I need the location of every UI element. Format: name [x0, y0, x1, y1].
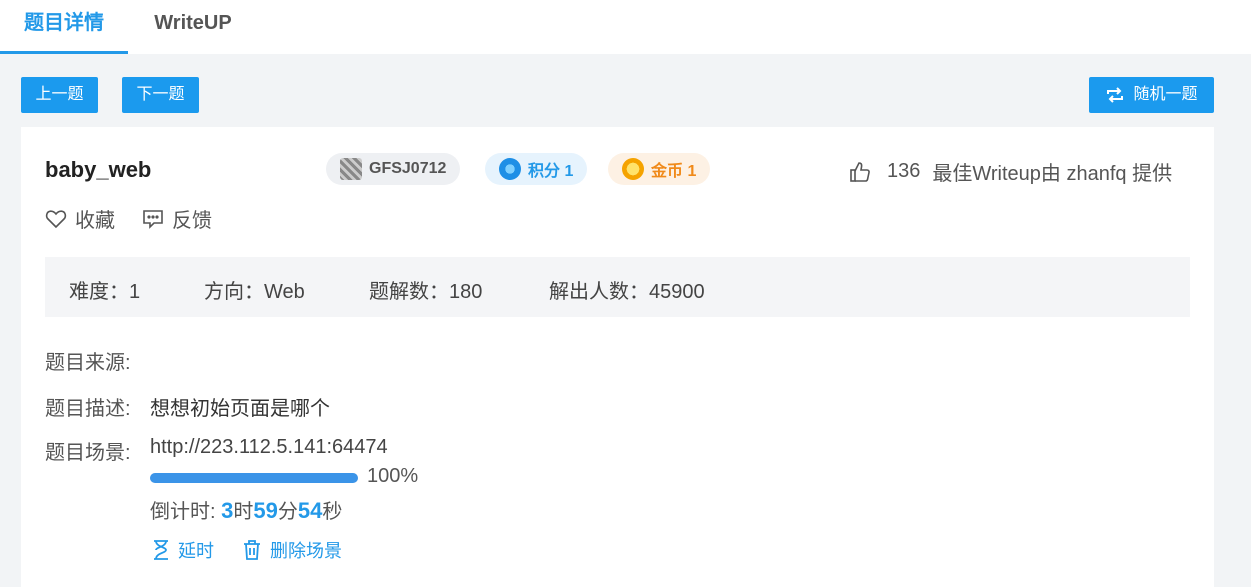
direction-stat: 方向：Web: [204, 281, 305, 303]
countdown-hours: 3: [221, 498, 234, 523]
challenge-id-badge: GFSJ0712: [326, 153, 461, 185]
countdown-seconds: 54: [297, 498, 323, 523]
prev-challenge-button[interactable]: 上一题: [21, 77, 98, 113]
feedback-label: 反馈: [172, 210, 212, 232]
tab-challenge-details[interactable]: 题目详情: [0, 0, 128, 54]
countdown-prefix: 倒计时:: [150, 501, 222, 523]
favorite-button[interactable]: 收藏: [45, 204, 115, 233]
description-value: 想想初始页面是哪个: [150, 398, 330, 420]
countdown-minutes: 59: [253, 498, 278, 523]
shuffle-icon: [1105, 85, 1125, 105]
seconds-unit: 秒: [322, 501, 343, 523]
description-label: 题目描述:: [45, 398, 131, 420]
source-label: 题目来源:: [45, 352, 131, 374]
challenge-title: baby_web: [45, 157, 152, 182]
likes-info: 136 最佳Writeup由 zhanfq 提供: [849, 157, 1172, 186]
scene-progress-bar: [150, 473, 358, 483]
extend-time-button[interactable]: 延时: [152, 537, 214, 563]
solvers-stat: 解出人数：45900: [549, 281, 705, 303]
extend-label: 延时: [178, 541, 214, 561]
coin-icon: [622, 158, 644, 180]
scene-url[interactable]: http://223.112.5.141:64474: [150, 436, 388, 459]
avatar-icon: [340, 158, 362, 180]
progress-percent: 100%: [367, 465, 419, 487]
next-challenge-button[interactable]: 下一题: [122, 77, 199, 113]
hourglass-icon: [154, 540, 168, 560]
feedback-button[interactable]: 反馈: [142, 204, 212, 233]
delete-scene-button[interactable]: 删除场景: [242, 537, 342, 563]
trash-icon: [244, 540, 260, 560]
minutes-unit: 分: [277, 501, 298, 523]
likes-count: 136: [887, 160, 921, 182]
writeup-credit: 最佳Writeup由 zhanfq 提供: [932, 163, 1173, 185]
star-medal-icon: [499, 158, 521, 180]
countdown: 倒计时: 3时59分54秒: [150, 495, 342, 524]
stats-bar: 难度：1 方向：Web 题解数：180 解出人数：45900: [45, 257, 1190, 317]
delete-label: 删除场景: [270, 541, 342, 561]
solutions-stat: 题解数：180: [369, 281, 483, 303]
challenge-id-text: GFSJ0712: [369, 160, 447, 177]
progress-fill: [150, 473, 358, 483]
challenge-card: baby_web GFSJ0712 积分 1 金币 1 136 最佳Writeu…: [21, 127, 1214, 587]
heart-icon: [45, 209, 67, 228]
difficulty-stat: 难度：1: [69, 281, 141, 303]
scene-label: 题目场景:: [45, 442, 131, 464]
favorite-label: 收藏: [75, 210, 115, 232]
random-label: 随机一题: [1133, 86, 1198, 103]
thumbs-up-icon[interactable]: [849, 161, 879, 183]
hours-unit: 时: [233, 501, 254, 523]
tab-bar: 题目详情 WriteUP: [0, 0, 1251, 54]
random-challenge-button[interactable]: 随机一题: [1089, 77, 1214, 113]
tab-writeup[interactable]: WriteUP: [128, 0, 258, 54]
score-text: 积分 1: [528, 163, 574, 180]
score-badge: 积分 1: [485, 153, 588, 185]
coin-badge: 金币 1: [608, 153, 711, 185]
comment-icon: [143, 209, 163, 229]
coin-text: 金币 1: [651, 163, 697, 180]
